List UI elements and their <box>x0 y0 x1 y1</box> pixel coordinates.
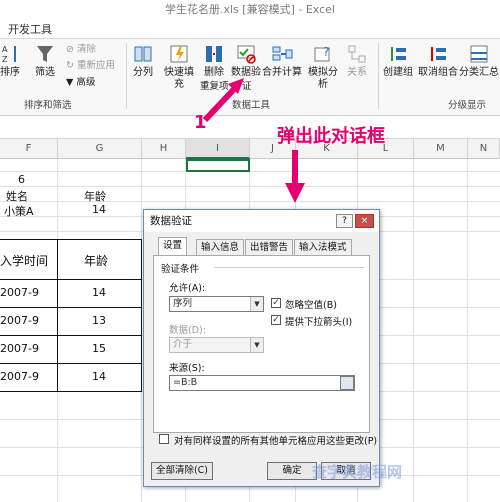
tab-input-message[interactable]: 输入信息 <box>196 239 245 256</box>
settings-panel: 验证条件 允许(A): 序列 ▼ ✓ 忽略空值(B) ✓ 提供下拉箭头(I) 数据… <box>153 255 370 433</box>
chevron-down-icon: ▼ <box>250 297 263 311</box>
tab-error-alert[interactable]: 出错警告 <box>245 239 294 256</box>
tab-settings[interactable]: 设置 <box>158 237 188 256</box>
clear-all-button[interactable]: 全部清除(C) <box>151 462 213 480</box>
data-select[interactable]: 介于 ▼ <box>169 337 264 353</box>
dropdown-label: 提供下拉箭头(I) <box>285 317 353 328</box>
arrowhead-dialog <box>285 183 305 203</box>
close-icon: × <box>360 216 369 226</box>
ignore-blank-label: 忽略空值(B) <box>285 300 337 311</box>
data-validation-dialog: 数据验证 ? × 设置 输入信息 出错警告 输入法模式 验证条件 允许(A): … <box>143 209 380 487</box>
help-button[interactable]: ? <box>336 214 353 228</box>
criteria-divider <box>214 267 364 268</box>
chevron-down-icon: ▼ <box>250 338 263 352</box>
excel-window: 学生花名册.xls [兼容模式] - Excel 开发工具 AZ 排序 筛选 ⊘… <box>0 0 500 502</box>
source-input[interactable]: =B:B <box>169 375 355 391</box>
criteria-label: 验证条件 <box>161 264 200 275</box>
range-picker-icon[interactable] <box>340 376 354 390</box>
ignore-blank-checkbox[interactable]: ✓ <box>271 298 281 308</box>
close-button[interactable]: × <box>355 214 374 228</box>
step-number: 1 <box>194 112 207 133</box>
allow-label: 允许(A): <box>169 283 206 294</box>
dropdown-checkbox[interactable]: ✓ <box>271 315 281 325</box>
data-value: 介于 <box>173 339 193 350</box>
source-label: 来源(S): <box>169 363 205 374</box>
ok-button[interactable]: 确定 <box>267 462 317 480</box>
help-icon: ? <box>342 216 347 226</box>
arrow-to-validation <box>202 83 240 123</box>
callout-text: 弹出此对话框 <box>277 126 385 147</box>
watermark: 查字典教程网 <box>312 463 403 481</box>
allow-select[interactable]: 序列 ▼ <box>169 296 264 312</box>
apply-all-label: 对有同样设置的所有其他单元格应用这些更改(P) <box>174 436 378 447</box>
tab-ime-mode[interactable]: 输入法模式 <box>294 239 352 256</box>
apply-all-checkbox[interactable] <box>159 434 169 444</box>
source-value: =B:B <box>173 377 198 388</box>
allow-value: 序列 <box>173 298 193 309</box>
data-label: 数据(D): <box>169 325 206 336</box>
